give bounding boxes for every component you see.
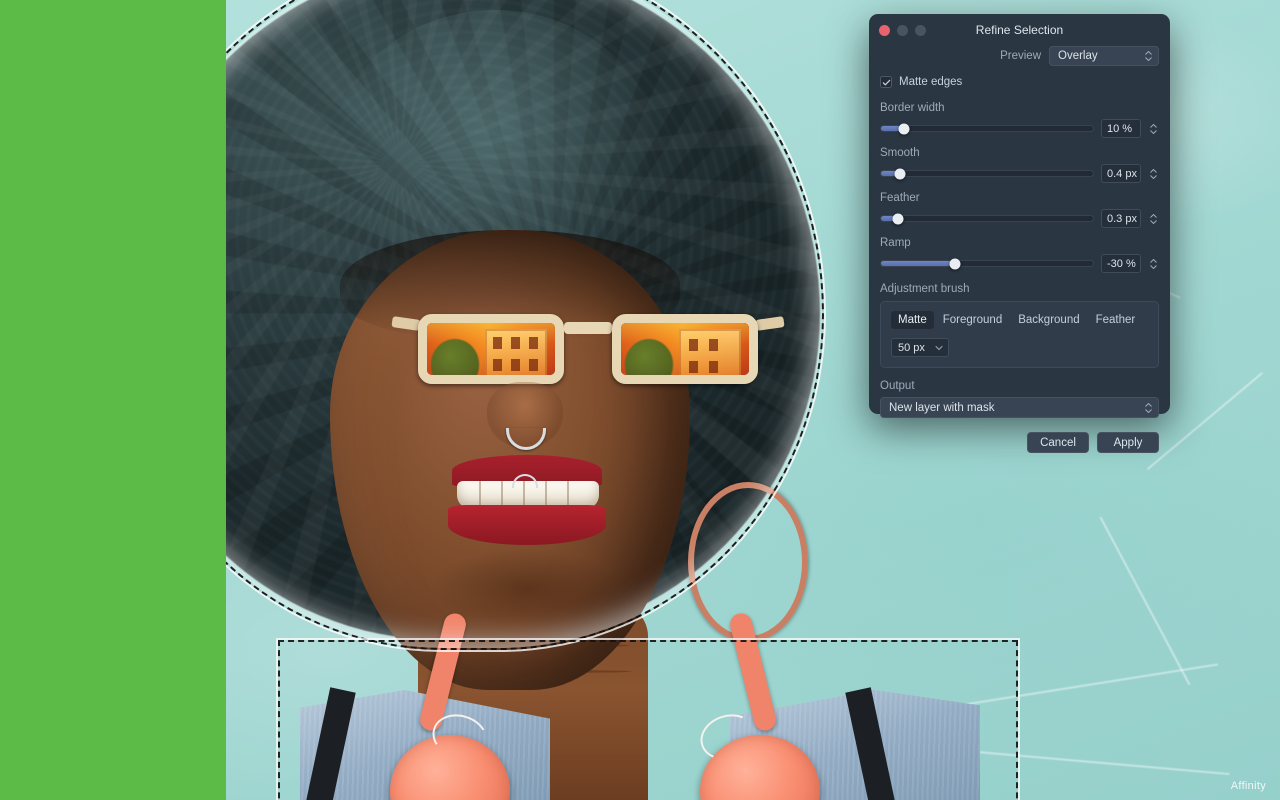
adjustment-brush-box: Matte Foreground Background Feather 50 p…: [880, 301, 1159, 368]
green-background-panel: [0, 0, 226, 800]
lens-right: [612, 314, 758, 384]
slider-feather: Feather 0.3 px: [880, 192, 1159, 228]
slider-knob[interactable]: [898, 123, 910, 134]
slider-label: Ramp: [880, 237, 911, 249]
apply-button[interactable]: Apply: [1097, 432, 1159, 453]
brush-mode-matte[interactable]: Matte: [891, 311, 934, 329]
value-text: 10 %: [1107, 122, 1133, 135]
stepper-icon[interactable]: [1148, 123, 1159, 134]
lens-building: [485, 329, 547, 375]
feather-value-field[interactable]: 0.3 px: [1101, 209, 1141, 228]
output-label: Output: [880, 380, 915, 392]
slider-track[interactable]: [880, 213, 1094, 224]
slider-knob[interactable]: [949, 258, 961, 269]
slider-track[interactable]: [880, 258, 1094, 269]
border-width-value-field[interactable]: 10 %: [1101, 119, 1141, 138]
dialog-buttons: Cancel Apply: [880, 432, 1159, 453]
cancel-button[interactable]: Cancel: [1027, 432, 1089, 453]
lens-left: [418, 314, 564, 384]
chevron-down-icon: [935, 345, 943, 350]
brush-mode-group[interactable]: Matte Foreground Background Feather: [891, 311, 1148, 329]
app-window: Affinity Refine Selection Preview Overla…: [0, 0, 1280, 800]
minimize-icon[interactable]: [897, 24, 908, 36]
output-select[interactable]: New layer with mask: [880, 397, 1159, 418]
refine-selection-dialog[interactable]: Refine Selection Preview Overlay Matte e…: [869, 14, 1170, 453]
brush-mode-foreground[interactable]: Foreground: [936, 311, 1009, 329]
slider-border-width: Border width 10 %: [880, 102, 1159, 138]
stepper-icon[interactable]: [1148, 258, 1159, 269]
slider-ramp: Ramp -30 %: [880, 237, 1159, 273]
slider-label: Border width: [880, 102, 945, 114]
lens-building: [679, 329, 741, 375]
chevron-updown-icon: [1145, 402, 1152, 413]
slider-knob[interactable]: [892, 213, 904, 224]
brush-mode-background[interactable]: Background: [1011, 311, 1086, 329]
preview-value: Overlay: [1058, 50, 1098, 62]
preview-row: Preview Overlay: [880, 46, 1159, 66]
slider-knob[interactable]: [894, 168, 906, 179]
smooth-value-field[interactable]: 0.4 px: [1101, 164, 1141, 183]
check-icon: [882, 79, 890, 86]
value-text: -30 %: [1107, 257, 1136, 270]
dialog-titlebar[interactable]: Refine Selection: [869, 14, 1170, 46]
lens-tree: [625, 339, 673, 375]
matte-edges-checkbox[interactable]: [880, 76, 892, 88]
window-controls[interactable]: [879, 24, 926, 36]
stepper-icon[interactable]: [1148, 213, 1159, 224]
adjustment-brush-label: Adjustment brush: [880, 283, 970, 295]
brush-size-select[interactable]: 50 px: [891, 338, 949, 357]
value-text: 0.3 px: [1107, 212, 1137, 225]
zoom-icon[interactable]: [915, 24, 926, 36]
brush-size-value: 50 px: [898, 341, 925, 354]
sliders-group: Border width 10 % Smooth 0.4 px Feather …: [880, 102, 1159, 273]
lower-lip: [448, 505, 606, 545]
lens-tree: [431, 339, 479, 375]
slider-label: Smooth: [880, 147, 920, 159]
preview-select[interactable]: Overlay: [1049, 46, 1159, 66]
close-icon[interactable]: [879, 24, 890, 36]
dialog-body: Preview Overlay Matte edges Border width…: [869, 46, 1170, 463]
output-value: New layer with mask: [889, 401, 995, 414]
slider-fill: [881, 261, 956, 266]
brush-mode-feather[interactable]: Feather: [1089, 311, 1143, 329]
glasses-bridge: [564, 322, 612, 334]
preview-label: Preview: [1000, 50, 1041, 62]
affinity-watermark: Affinity: [1230, 780, 1266, 792]
slider-track[interactable]: [880, 168, 1094, 179]
sunglasses: [391, 308, 785, 394]
slider-smooth: Smooth 0.4 px: [880, 147, 1159, 183]
slider-track[interactable]: [880, 123, 1094, 134]
matte-edges-row[interactable]: Matte edges: [880, 76, 1159, 88]
value-text: 0.4 px: [1107, 167, 1137, 180]
chevron-updown-icon: [1145, 51, 1152, 61]
ramp-value-field[interactable]: -30 %: [1101, 254, 1141, 273]
slider-label: Feather: [880, 192, 920, 204]
stepper-icon[interactable]: [1148, 168, 1159, 179]
matte-edges-label: Matte edges: [899, 76, 963, 88]
